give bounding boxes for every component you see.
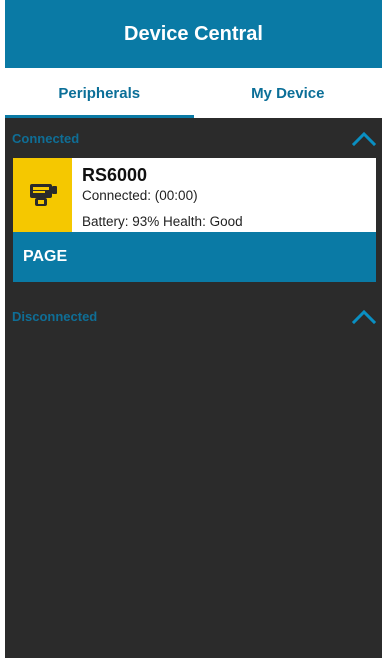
device-battery-health: Battery: 93% Health: Good — [82, 214, 243, 229]
app-bar: Device Central — [5, 0, 382, 68]
disconnected-section-label: Disconnected — [12, 308, 98, 324]
device-connection-status: Connected: (00:00) — [82, 188, 198, 203]
chevron-up-icon[interactable] — [352, 308, 376, 324]
device-info: RS6000 Connected: (00:00) Battery: 93% H… — [72, 158, 376, 232]
connected-section-header[interactable]: Connected — [5, 118, 382, 158]
device-name: RS6000 — [82, 165, 148, 185]
disconnected-section-header[interactable]: Disconnected — [5, 296, 382, 336]
device-card[interactable]: RS6000 Connected: (00:00) Battery: 93% H… — [13, 158, 376, 282]
ring-scanner-icon — [29, 184, 57, 206]
app-window: Device Central Peripherals My Device Con… — [5, 0, 382, 658]
tab-peripherals[interactable]: Peripherals — [5, 68, 194, 118]
page-button[interactable]: PAGE — [13, 232, 376, 282]
chevron-up-icon[interactable] — [352, 130, 376, 146]
device-icon-box — [13, 158, 72, 232]
tab-bar: Peripherals My Device — [5, 68, 382, 118]
tab-my-device[interactable]: My Device — [194, 68, 383, 118]
device-row[interactable]: RS6000 Connected: (00:00) Battery: 93% H… — [13, 158, 376, 232]
connected-section-label: Connected — [12, 130, 80, 146]
app-title: Device Central — [124, 22, 263, 45]
